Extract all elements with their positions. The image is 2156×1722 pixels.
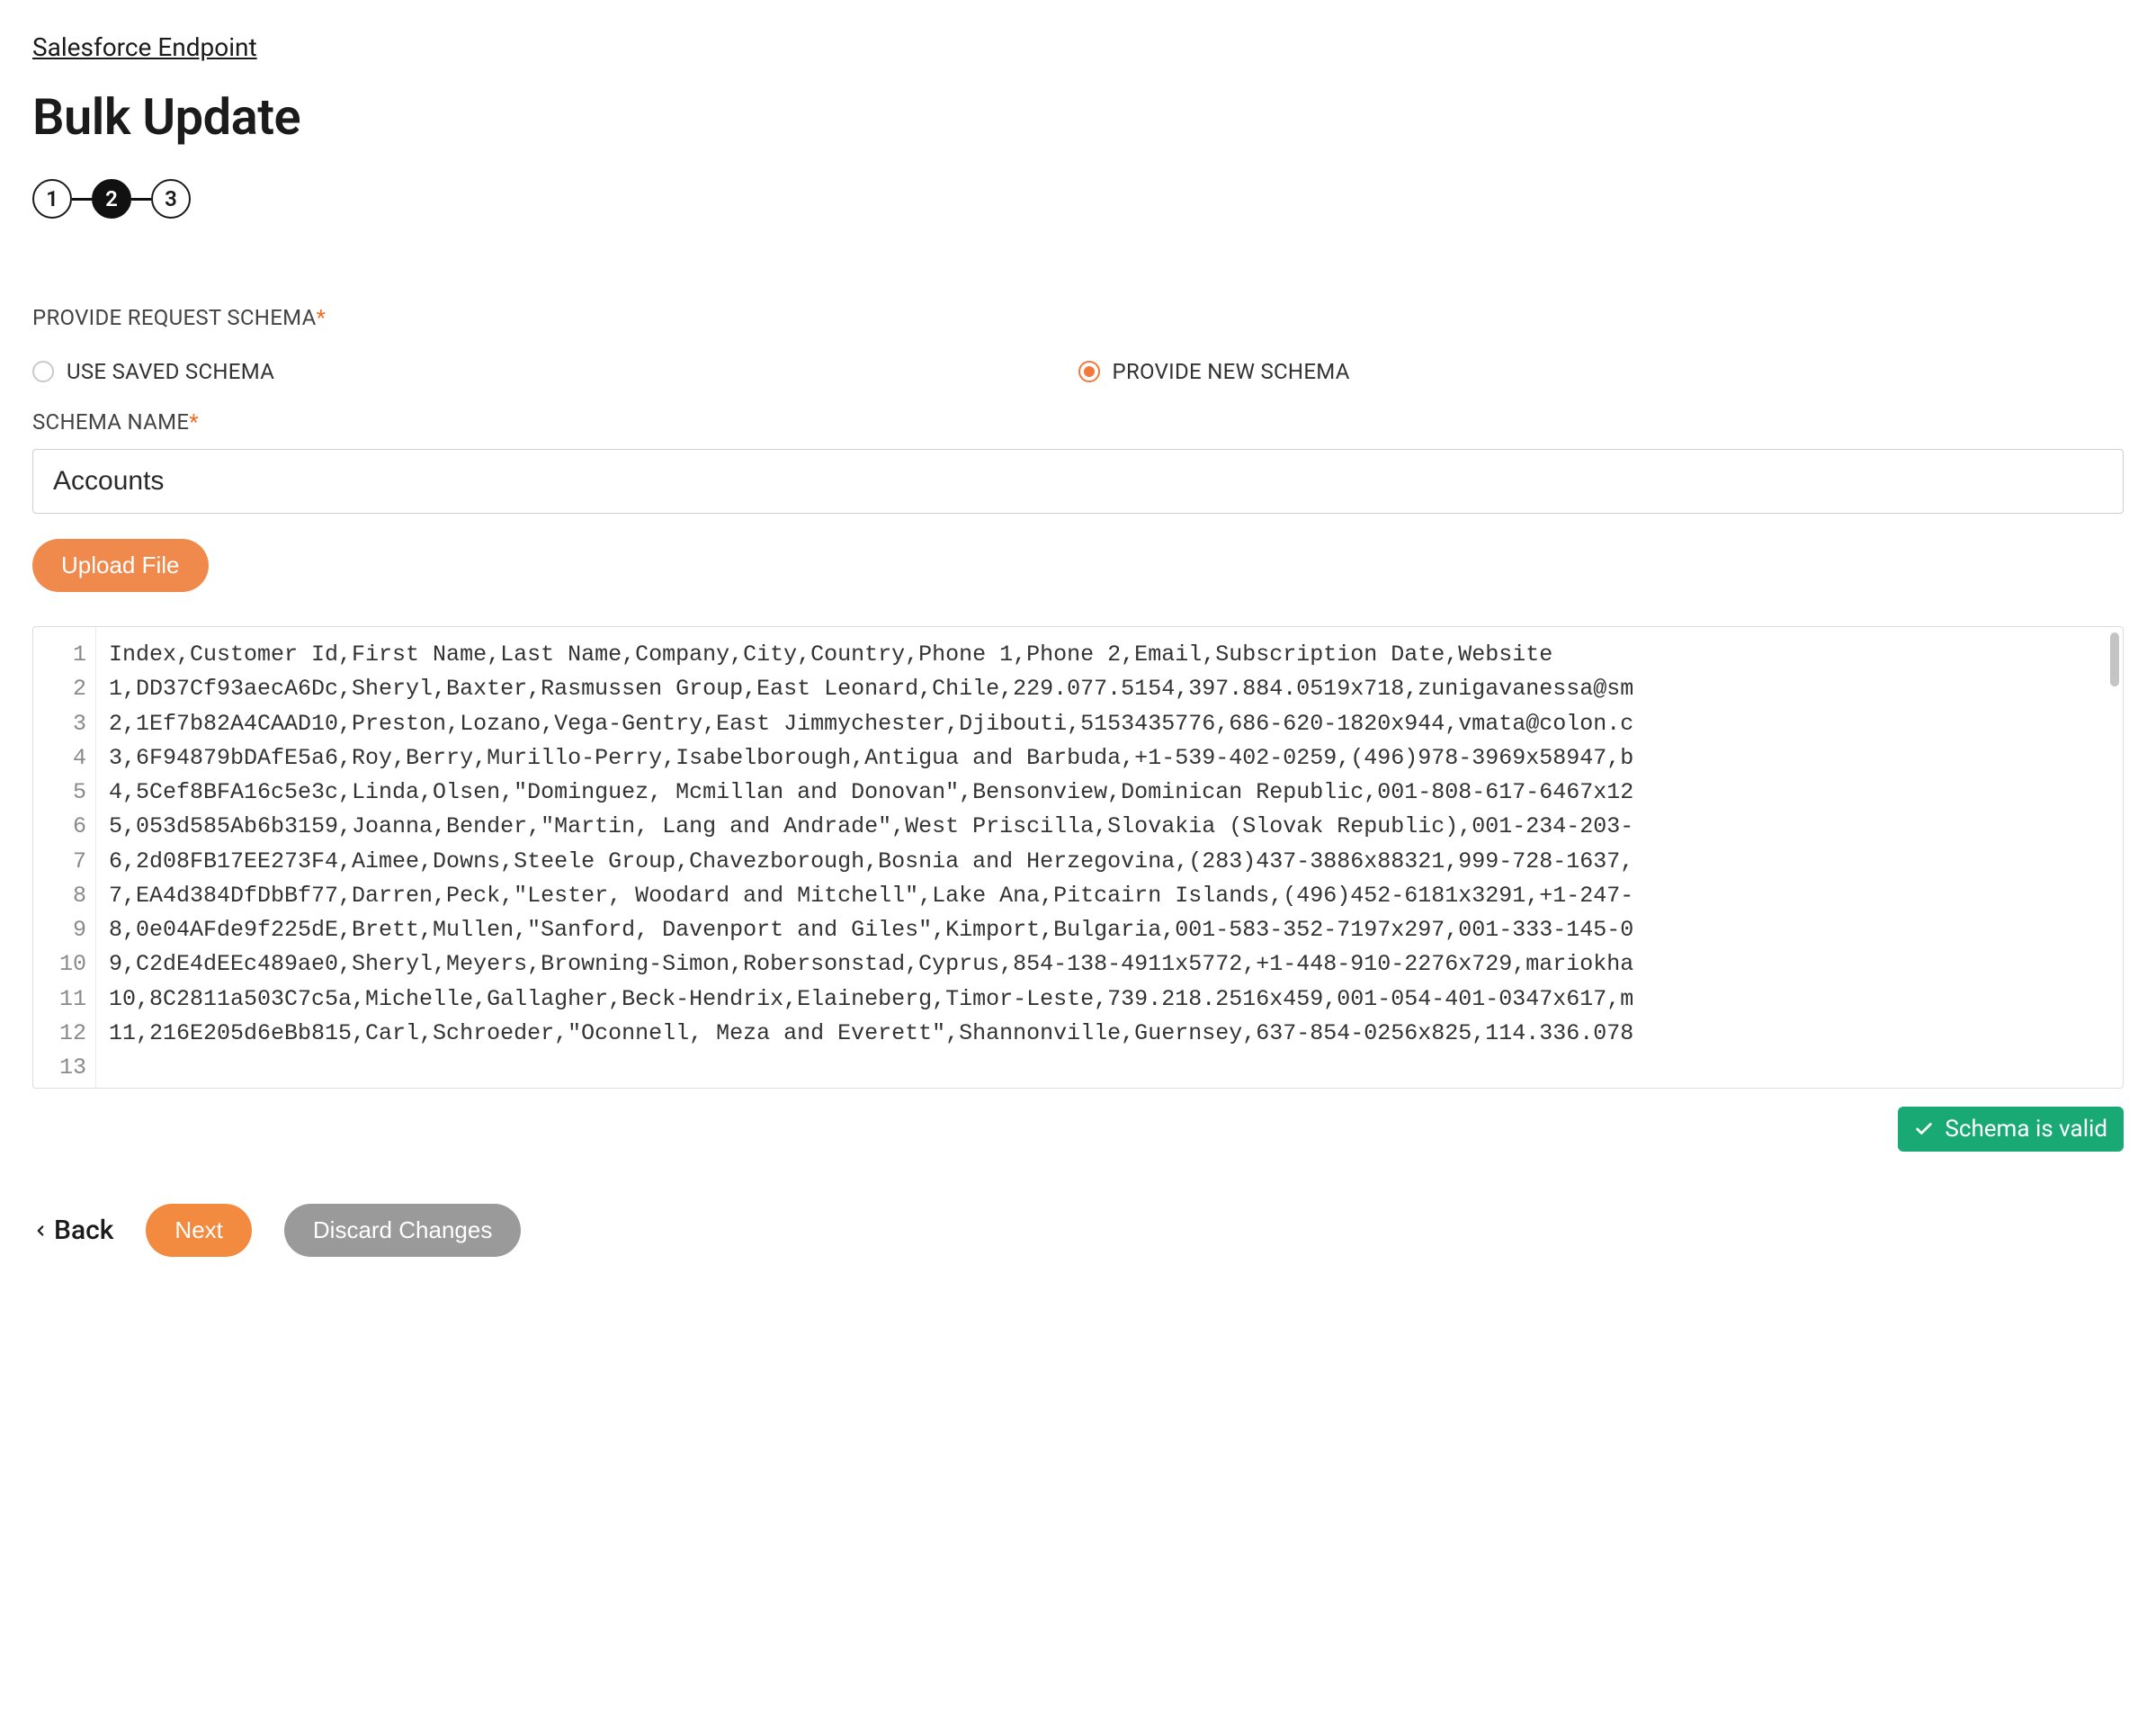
breadcrumb[interactable]: Salesforce Endpoint — [32, 32, 257, 62]
radio-provide-new-label: PROVIDE NEW SCHEMA — [1113, 359, 1350, 384]
upload-file-button[interactable]: Upload File — [32, 539, 209, 592]
radio-icon — [32, 361, 54, 382]
radio-provide-new-schema[interactable]: PROVIDE NEW SCHEMA — [1078, 359, 2125, 384]
code-gutter: 12345678910111213 — [33, 627, 96, 1088]
code-line[interactable]: 1,DD37Cf93aecA6Dc,Sheryl,Baxter,Rasmusse… — [109, 672, 2110, 706]
schema-radio-group: USE SAVED SCHEMA PROVIDE NEW SCHEMA — [32, 359, 2124, 384]
step-separator — [131, 198, 151, 201]
next-button[interactable]: Next — [146, 1204, 251, 1257]
stepper: 1 2 3 — [32, 179, 2124, 219]
code-body[interactable]: Index,Customer Id,First Name,Last Name,C… — [96, 627, 2123, 1088]
code-line[interactable]: 8,0e04AFde9f225dE,Brett,Mullen,"Sanford,… — [109, 913, 2110, 947]
step-1[interactable]: 1 — [32, 179, 72, 219]
code-line[interactable]: 10,8C2811a503C7c5a,Michelle,Gallagher,Be… — [109, 982, 2110, 1017]
schema-name-label-text: SCHEMA NAME — [32, 409, 189, 435]
code-line[interactable]: 2,1Ef7b82A4CAAD10,Preston,Lozano,Vega-Ge… — [109, 707, 2110, 741]
discard-changes-button[interactable]: Discard Changes — [284, 1204, 521, 1257]
schema-name-label: SCHEMA NAME* — [32, 409, 2124, 435]
required-asterisk: * — [189, 409, 199, 435]
page-title: Bulk Update — [32, 87, 2124, 147]
step-separator — [72, 198, 92, 201]
back-label: Back — [54, 1215, 113, 1246]
horizontal-scrollbar-track[interactable] — [123, 1072, 2117, 1082]
code-line[interactable]: 4,5Cef8BFA16c5e3c,Linda,Olsen,"Dominguez… — [109, 776, 2110, 810]
required-asterisk: * — [317, 305, 327, 330]
schema-name-input[interactable] — [32, 449, 2124, 514]
radio-use-saved-schema[interactable]: USE SAVED SCHEMA — [32, 359, 1078, 384]
code-line[interactable]: Index,Customer Id,First Name,Last Name,C… — [109, 638, 2110, 672]
code-editor[interactable]: 12345678910111213 Index,Customer Id,Firs… — [32, 626, 2124, 1089]
request-schema-label-text: PROVIDE REQUEST SCHEMA — [32, 305, 317, 330]
footer-actions: Back Next Discard Changes — [32, 1204, 2124, 1257]
code-line[interactable]: 9,C2dE4dEEc489ae0,Sheryl,Meyers,Browning… — [109, 947, 2110, 982]
schema-valid-badge: Schema is valid — [1898, 1107, 2124, 1152]
schema-valid-text: Schema is valid — [1945, 1116, 2107, 1143]
vertical-scrollbar[interactable] — [2110, 632, 2119, 686]
request-schema-label: PROVIDE REQUEST SCHEMA* — [32, 305, 2124, 330]
radio-icon — [1078, 361, 1100, 382]
radio-use-saved-label: USE SAVED SCHEMA — [67, 359, 274, 384]
check-icon — [1914, 1119, 1934, 1139]
code-line[interactable]: 5,053d585Ab6b3159,Joanna,Bender,"Martin,… — [109, 810, 2110, 844]
code-line[interactable]: 3,6F94879bDAfE5a6,Roy,Berry,Murillo-Perr… — [109, 741, 2110, 776]
code-line[interactable]: 11,216E205d6eBb815,Carl,Schroeder,"Oconn… — [109, 1017, 2110, 1051]
step-2[interactable]: 2 — [92, 179, 131, 219]
step-3[interactable]: 3 — [151, 179, 191, 219]
code-line[interactable]: 7,EA4d384DfDbBf77,Darren,Peck,"Lester, W… — [109, 879, 2110, 913]
chevron-left-icon — [32, 1223, 49, 1239]
code-line[interactable]: 6,2d08FB17EE273F4,Aimee,Downs,Steele Gro… — [109, 845, 2110, 879]
back-button[interactable]: Back — [32, 1215, 113, 1246]
